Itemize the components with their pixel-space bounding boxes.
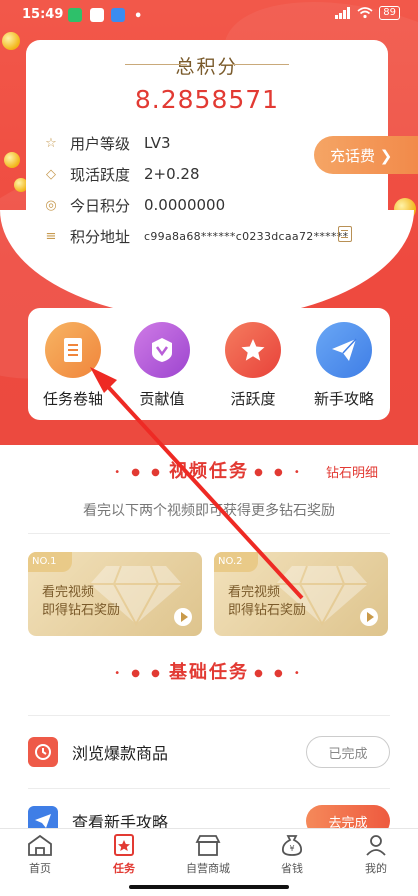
row-value: 0.0000000 — [144, 196, 226, 214]
entry-label: 贡献值 — [139, 390, 185, 408]
app-notification-icon — [90, 8, 104, 22]
task-content: • ● ● 视频任务 ● ● • 钻石明细 看完以下两个视频即可获得更多钻石奖励… — [0, 445, 418, 837]
video-task-card[interactable]: NO.1 看完视频 即得钻石奖励 — [28, 552, 202, 636]
nav-mine[interactable]: 我的 — [346, 833, 406, 876]
recharge-button[interactable]: 充话费 ❯ — [314, 136, 418, 174]
status-indicators: 89 — [335, 6, 400, 20]
video-card-text: 看完视频 即得钻石奖励 — [42, 585, 121, 618]
points-address: c99a8a68******c0233dcaa72****** — [144, 229, 349, 243]
play-icon[interactable] — [174, 608, 192, 626]
entry-beginner-guide[interactable]: 新手攻略 — [304, 322, 384, 409]
entry-label: 新手攻略 — [313, 390, 374, 408]
title-dots-right: ● ● • — [254, 467, 304, 478]
play-icon[interactable] — [360, 608, 378, 626]
task-completed-button[interactable]: 已完成 — [306, 736, 390, 768]
points-total: 8.2858571 — [134, 85, 280, 114]
divider — [28, 715, 390, 716]
nav-label: 首页 — [29, 862, 51, 875]
title-dots-left: • ● ● — [114, 668, 164, 679]
nav-label: 自营商城 — [186, 862, 230, 875]
wifi-icon — [357, 7, 373, 19]
badge-icon — [134, 322, 190, 378]
star-icon: ☆ — [45, 135, 57, 151]
battery-level: 89 — [379, 6, 400, 20]
divider — [28, 788, 390, 789]
video-number: NO.1 — [28, 552, 72, 572]
nav-label: 任务 — [113, 862, 135, 875]
task-icon — [111, 833, 137, 857]
video-task-card[interactable]: NO.2 看完视频 即得钻石奖励 — [214, 552, 388, 636]
diamond-icon: ◇ — [46, 166, 56, 182]
row-label: 积分地址 — [70, 227, 131, 246]
scroll-icon — [45, 322, 101, 378]
app-notification-icon — [68, 8, 82, 22]
video-section-title: 视频任务 — [169, 461, 249, 482]
diamond-details-link[interactable]: 钻石明细 — [326, 462, 378, 481]
row-label: 用户等级 — [70, 134, 131, 153]
row-value: LV3 — [144, 134, 171, 152]
coin-decoration — [4, 152, 20, 168]
video-tip: 看完以下两个视频即可获得更多钻石奖励 — [83, 503, 335, 519]
row-label: 现活跃度 — [70, 165, 131, 184]
user-level-row: ☆ 用户等级 LV3 — [44, 132, 171, 154]
title-dots-right: ● ● • — [254, 668, 304, 679]
quick-entry-card: 任务卷轴 贡献值 活跃度 新手攻略 — [28, 308, 390, 420]
nav-label: 省钱 — [281, 862, 303, 875]
nav-task[interactable]: 任务 — [94, 833, 154, 876]
points-address-row: ≡ 积分地址 c99a8a68******c0233dcaa72****** — [44, 225, 349, 247]
entry-label: 任务卷轴 — [42, 390, 103, 408]
entry-task-scroll[interactable]: 任务卷轴 — [33, 322, 113, 409]
row-value: 2+0.28 — [144, 165, 200, 183]
home-indicator — [0, 878, 418, 896]
money-bag-icon: ¥ — [279, 833, 305, 857]
today-points-row: ◎ 今日积分 0.0000000 — [44, 194, 225, 216]
bottom-navigation: 首页 任务 自营商城 ¥ 省钱 我的 — [0, 828, 418, 878]
activity-row: ◇ 现活跃度 2+0.28 — [44, 163, 200, 185]
coin-decoration — [2, 32, 20, 50]
nav-home[interactable]: 首页 — [10, 833, 70, 876]
nav-store[interactable]: 自营商城 — [178, 833, 238, 876]
row-label: 今日积分 — [70, 196, 131, 215]
task-name: 浏览爆款商品 — [72, 744, 169, 763]
title-dots-left: • ● ● — [114, 467, 164, 478]
basic-section-title: 基础任务 — [169, 662, 249, 683]
divider — [28, 533, 390, 534]
copy-icon[interactable] — [338, 226, 352, 242]
status-bar: 15:49 • 89 — [0, 0, 418, 32]
store-icon — [195, 833, 221, 857]
clock-icon — [28, 737, 58, 767]
video-number: NO.2 — [214, 552, 258, 572]
medal-icon: ◎ — [45, 197, 57, 213]
points-title: 总积分 — [124, 52, 290, 79]
status-time: 15:49 — [22, 7, 64, 22]
basic-section-header: • ● ● 基础任务 ● ● • — [0, 658, 418, 688]
entry-contribution[interactable]: 贡献值 — [122, 322, 202, 409]
paper-plane-icon — [316, 322, 372, 378]
entry-activity[interactable]: 活跃度 — [213, 322, 293, 409]
task-panel: • ● ● 视频任务 ● ● • 钻石明细 看完以下两个视频即可获得更多钻石奖励… — [0, 445, 418, 837]
video-card-text: 看完视频 即得钻石奖励 — [228, 585, 307, 618]
home-icon — [27, 833, 53, 857]
menu-icon: ≡ — [45, 228, 57, 244]
signal-icon — [335, 7, 351, 19]
user-icon — [363, 833, 389, 857]
task-row-browse-products: 浏览爆款商品 已完成 — [28, 726, 390, 778]
app-notification-icon — [111, 8, 125, 22]
nav-save-money[interactable]: ¥ 省钱 — [262, 833, 322, 876]
svg-text:¥: ¥ — [289, 844, 294, 853]
status-dot: • — [134, 9, 143, 24]
nav-label: 我的 — [365, 862, 387, 875]
entry-label: 活跃度 — [230, 390, 276, 408]
star-icon — [225, 322, 281, 378]
